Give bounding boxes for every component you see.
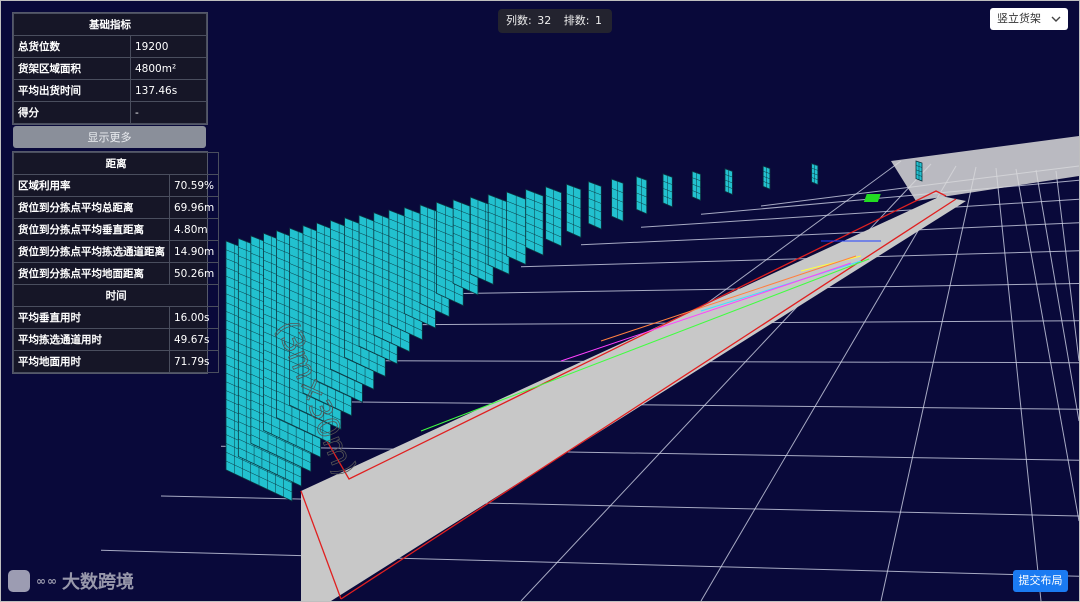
cols-label: 列数: xyxy=(506,14,532,27)
shelf-rack xyxy=(545,186,562,247)
metric-value: 16.00s xyxy=(168,306,220,329)
shelf-rack xyxy=(487,193,510,275)
metric-label: 平均地面用时 xyxy=(13,350,170,373)
shelf-rack xyxy=(506,191,527,266)
pick-point xyxy=(863,194,881,202)
grid-line xyxy=(640,198,1079,228)
metric-row: 得分 - xyxy=(13,101,207,124)
metric-label: 区域利用率 xyxy=(13,174,170,197)
watermark-text: 大数跨境 xyxy=(62,572,134,593)
chevron-down-icon xyxy=(1051,8,1061,39)
shelf-face xyxy=(487,193,510,275)
grid-line xyxy=(995,167,1042,601)
metric-label: 货位到分拣点平均地面距离 xyxy=(13,262,170,285)
metric-value: 71.79s xyxy=(168,350,220,373)
rows-value: 1 xyxy=(594,14,602,27)
metric-row: 货位到分拣点平均总距离 69.96m xyxy=(13,196,220,219)
basic-metrics-title: 基础指标 xyxy=(13,13,207,36)
shelf-rack xyxy=(811,163,819,186)
metric-row: 总货位数 19200 xyxy=(13,35,207,58)
metric-value: 69.96m xyxy=(168,196,220,219)
watermark-dots: ∞∞ xyxy=(36,574,58,588)
shelf-rack xyxy=(525,188,544,256)
shelf-rack xyxy=(724,168,733,196)
metric-row: 货架区域面积 4800m² xyxy=(13,57,207,80)
shelf-rack xyxy=(611,178,624,222)
metric-label: 得分 xyxy=(13,101,131,124)
rows-label: 排数: xyxy=(563,14,590,27)
metric-row: 平均出货时间 137.46s xyxy=(13,79,207,102)
watermark-logo-icon xyxy=(8,570,30,592)
metric-row: 货位到分拣点平均垂直距离 4.80m xyxy=(13,218,220,241)
submit-layout-button[interactable]: 提交布局 xyxy=(1013,570,1068,592)
metric-row: 货位到分拣点平均拣选通道距离 14.90m xyxy=(13,240,220,263)
grid-count-info: 列数: 32 排数: 1 xyxy=(498,9,612,33)
grid-line xyxy=(100,549,1079,577)
grid-line xyxy=(1015,168,1079,522)
metric-value: 19200 xyxy=(130,35,207,58)
shelf-type-value: 竖立货架 xyxy=(997,12,1041,25)
metric-value: 4800m² xyxy=(130,57,207,80)
metric-value: - xyxy=(130,101,207,124)
metric-value: 70.59% xyxy=(168,174,220,197)
metric-value: 14.90m xyxy=(168,240,220,263)
shelf-rack xyxy=(691,170,701,201)
metric-label: 货位到分拣点平均拣选通道距离 xyxy=(13,240,170,263)
basic-metrics-panel: 基础指标 总货位数 19200 货架区域面积 4800m² 平均出货时间 137.46… xyxy=(12,12,208,125)
metric-row: 平均垂直用时 16.00s xyxy=(13,306,220,329)
metric-value: 50.26m xyxy=(168,262,220,285)
metric-row: 货位到分拣点平均地面距离 50.26m xyxy=(13,262,220,285)
metric-label: 平均垂直用时 xyxy=(13,306,170,329)
grid-line xyxy=(700,179,1079,215)
watermark: ∞∞ 大数跨境 xyxy=(8,569,134,593)
metric-label: 货位到分拣点平均垂直距离 xyxy=(13,218,170,241)
shelf-rack xyxy=(762,165,771,190)
metric-row: 平均拣选通道用时 49.67s xyxy=(13,328,220,351)
shelf-rack xyxy=(588,181,602,230)
metric-value: 137.46s xyxy=(130,79,207,102)
shelf-rack xyxy=(566,183,582,239)
metric-label: 货架区域面积 xyxy=(13,57,131,80)
metric-value: 4.80m xyxy=(168,218,220,241)
shelf-rack xyxy=(915,160,923,182)
distance-time-panel: 距离 区域利用率 70.59% 货位到分拣点平均总距离 69.96m 货位到分拣点平… xyxy=(12,151,220,374)
metric-row: 平均地面用时 71.79s xyxy=(13,350,220,373)
distance-title: 距离 xyxy=(12,152,220,175)
shelf-rack xyxy=(635,175,648,215)
metric-label: 平均出货时间 xyxy=(13,79,131,102)
shelf-rack xyxy=(662,173,673,208)
show-more-button[interactable]: 显示更多 xyxy=(13,126,206,148)
grid-line xyxy=(280,400,1079,410)
grid-line xyxy=(1035,169,1079,422)
metric-value: 49.67s xyxy=(168,328,220,351)
shelf-type-select[interactable]: 竖立货架 xyxy=(990,8,1068,30)
metric-label: 总货位数 xyxy=(13,35,131,58)
metric-label: 货位到分拣点平均总距离 xyxy=(13,196,170,219)
metric-row: 区域利用率 70.59% xyxy=(13,174,220,197)
cols-value: 32 xyxy=(537,14,552,27)
grid-line xyxy=(160,495,1079,517)
metric-label: 平均拣选通道用时 xyxy=(13,328,170,351)
time-title: 时间 xyxy=(12,284,220,307)
